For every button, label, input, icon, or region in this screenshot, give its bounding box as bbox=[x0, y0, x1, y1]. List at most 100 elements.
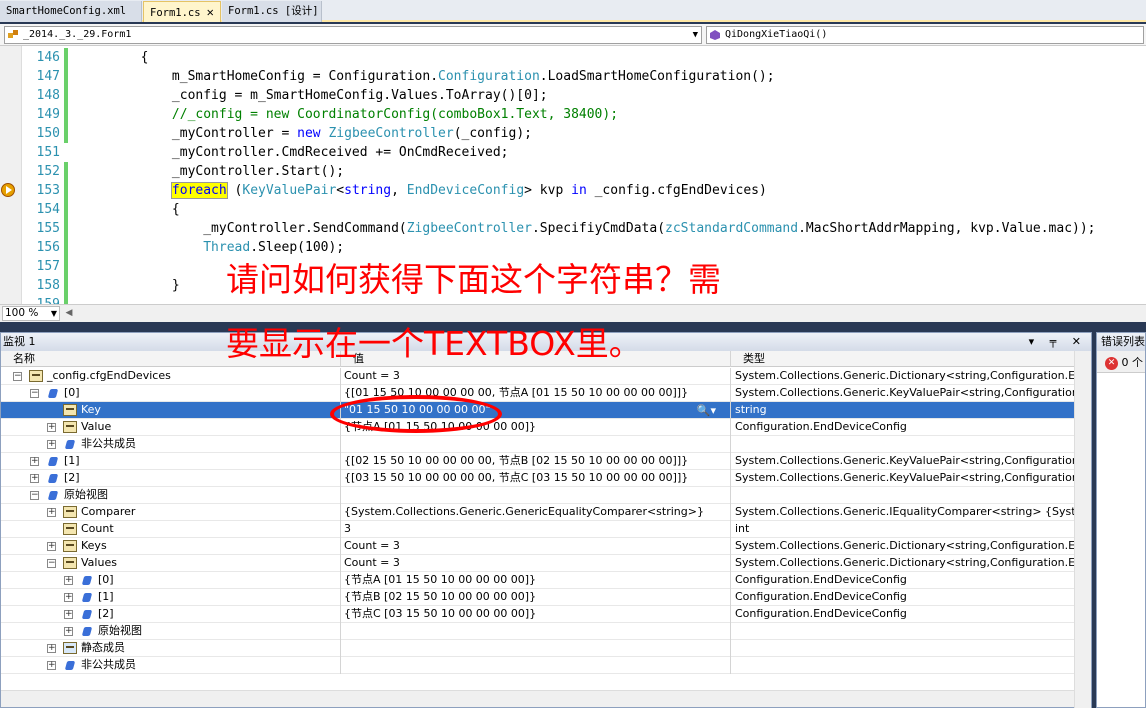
watch-value-cell[interactable]: Count = 3 bbox=[341, 555, 731, 572]
watch-row[interactable]: − _config.cfgEndDevices Count = 3 System.Co… bbox=[1, 368, 1075, 385]
expand-icon[interactable]: + bbox=[64, 593, 73, 602]
watch-row[interactable]: Key "01 15 50 10 00 00 00 00" 🔍▾ string bbox=[1, 402, 1075, 419]
watch-name-label: 原始视图 bbox=[98, 624, 142, 637]
watch-name-cell: − _config.cfgEndDevices bbox=[1, 368, 341, 385]
collapse-icon[interactable]: − bbox=[30, 389, 39, 398]
watch-value-text: Count = 3 bbox=[344, 369, 400, 382]
watch-value-cell[interactable] bbox=[341, 657, 731, 674]
field-icon bbox=[64, 440, 76, 449]
expand-icon[interactable]: + bbox=[47, 423, 56, 432]
expand-icon[interactable]: + bbox=[47, 661, 56, 670]
breakpoint-gutter[interactable] bbox=[0, 46, 22, 304]
watch-value-cell[interactable]: {System.Collections.Generic.GenericEqual… bbox=[341, 504, 731, 521]
watch-type-cell: System.Collections.Generic.Dictionary<st… bbox=[735, 556, 1075, 569]
column-header-type[interactable]: 类型 bbox=[731, 351, 1075, 367]
watch-name-cell: + 非公共成员 bbox=[1, 657, 341, 674]
watch-rows: − _config.cfgEndDevices Count = 3 System.Co… bbox=[1, 368, 1075, 674]
expand-icon[interactable]: + bbox=[64, 576, 73, 585]
zoom-dropdown[interactable]: 100 % ▼ bbox=[2, 306, 60, 321]
watch-row[interactable]: + 静态成员 bbox=[1, 640, 1075, 657]
watch-row[interactable]: + [2] {[03 15 50 10 00 00 00 00, 节点C [03 1… bbox=[1, 470, 1075, 487]
watch-value-cell[interactable] bbox=[341, 640, 731, 657]
watch-value-cell[interactable]: 3 bbox=[341, 521, 731, 538]
watch-row[interactable]: − [0] {[01 15 50 10 00 00 00 00, 节点A [01 1… bbox=[1, 385, 1075, 402]
watch-type-cell bbox=[731, 487, 1075, 504]
watch-row[interactable]: + 原始视图 bbox=[1, 623, 1075, 640]
watch-row[interactable]: + 非公共成员 bbox=[1, 436, 1075, 453]
watch-name-cell: + Comparer bbox=[1, 504, 341, 521]
watch-value-cell[interactable]: Count = 3 bbox=[341, 368, 731, 385]
watch-name-label: [0] bbox=[64, 386, 80, 399]
collapse-icon[interactable]: − bbox=[13, 372, 22, 381]
scroll-left-icon[interactable]: ◀ bbox=[62, 306, 76, 321]
watch-name-label: 原始视图 bbox=[64, 488, 108, 501]
window-controls[interactable]: ▾ ╤ ✕ bbox=[1029, 333, 1087, 350]
property-icon bbox=[63, 523, 77, 535]
class-dropdown[interactable]: _2014._3._29.Form1 ▼ bbox=[4, 26, 702, 44]
watch-type-cell: System.Collections.Generic.Dictionary<st… bbox=[735, 369, 1075, 382]
watch-row[interactable]: + [1] {节点B [02 15 50 10 00 00 00 00]} Confi… bbox=[1, 589, 1075, 606]
collapse-icon[interactable]: − bbox=[47, 559, 56, 568]
watch-value-cell[interactable]: Count = 3 bbox=[341, 538, 731, 555]
watch-type-cell: Configuration.EndDeviceConfig bbox=[735, 420, 907, 433]
watch-row[interactable]: − 原始视图 bbox=[1, 487, 1075, 504]
watch-row[interactable]: Count 3 int bbox=[1, 521, 1075, 538]
field-icon bbox=[47, 457, 59, 466]
watch-row[interactable]: + Keys Count = 3 System.Collections.Generic… bbox=[1, 538, 1075, 555]
navigation-bar: _2014._3._29.Form1 ▼ QiDongXieTiaoQi() bbox=[0, 24, 1146, 46]
watch-row[interactable]: + 非公共成员 bbox=[1, 657, 1075, 674]
tab-form1-designer[interactable]: Form1.cs [设计] bbox=[222, 1, 322, 22]
vertical-scrollbar[interactable] bbox=[1074, 351, 1091, 708]
collapse-icon[interactable]: − bbox=[30, 491, 39, 500]
watch-value-cell[interactable]: {节点B [02 15 50 10 00 00 00 00]} bbox=[341, 589, 731, 606]
member-dropdown[interactable]: QiDongXieTiaoQi() bbox=[706, 26, 1144, 44]
error-icon[interactable]: ✕ bbox=[1105, 356, 1118, 370]
change-indicator bbox=[64, 162, 68, 304]
expand-icon[interactable]: + bbox=[30, 474, 39, 483]
expand-icon[interactable]: + bbox=[64, 627, 73, 636]
expand-icon[interactable]: + bbox=[64, 610, 73, 619]
watch-row[interactable]: − Values Count = 3 System.Collections.Gener… bbox=[1, 555, 1075, 572]
expand-icon[interactable]: + bbox=[47, 644, 56, 653]
field-icon bbox=[64, 661, 76, 670]
watch-type-cell: System.Collections.Generic.IEqualityComp… bbox=[735, 505, 1075, 518]
tab-smarthomeconfig-xml[interactable]: SmartHomeConfig.xml bbox=[0, 1, 142, 22]
watch-value-cell[interactable]: {[02 15 50 10 00 00 00 00, 节点B [02 15 50… bbox=[341, 453, 731, 470]
watch-row[interactable]: + [0] {节点A [01 15 50 10 00 00 00 00]} Confi… bbox=[1, 572, 1075, 589]
horizontal-scrollbar[interactable] bbox=[1, 690, 1075, 707]
expand-icon[interactable]: + bbox=[47, 440, 56, 449]
expand-icon[interactable]: + bbox=[47, 542, 56, 551]
watch-name-cell: + [2] bbox=[1, 470, 341, 487]
watch-row[interactable]: + [2] {节点C [03 15 50 10 00 00 00 00]} Confi… bbox=[1, 606, 1075, 623]
close-icon[interactable]: ✕ bbox=[207, 5, 214, 19]
annotation-line-2: 要显示在一个TEXTBOX里。 bbox=[226, 324, 642, 363]
property-icon bbox=[29, 370, 43, 382]
expand-icon[interactable]: + bbox=[47, 508, 56, 517]
expand-icon[interactable]: + bbox=[30, 457, 39, 466]
field-icon bbox=[81, 593, 93, 602]
error-filter-bar: ✕ 0 个 bbox=[1097, 351, 1145, 373]
watch-value-cell[interactable]: {节点A [01 15 50 10 00 00 00 00]} bbox=[341, 572, 731, 589]
watch-row[interactable]: + Value {节点A [01 15 50 10 00 00 00 00]} Con… bbox=[1, 419, 1075, 436]
field-icon bbox=[47, 389, 59, 398]
code-line: _myController.CmdReceived += OnCmdReceiv… bbox=[78, 145, 509, 160]
watch-type-cell bbox=[731, 657, 1075, 674]
watch-value-cell[interactable]: {[03 15 50 10 00 00 00 00, 节点C [03 15 50… bbox=[341, 470, 731, 487]
watch-value-text: Count = 3 bbox=[344, 539, 400, 552]
watch-value-cell[interactable]: {节点C [03 15 50 10 00 00 00 00]} bbox=[341, 606, 731, 623]
field-icon bbox=[81, 627, 93, 636]
watch-value-cell[interactable] bbox=[341, 623, 731, 640]
watch-name-cell: Count bbox=[1, 521, 341, 538]
field-icon bbox=[81, 576, 93, 585]
watch-value-cell[interactable] bbox=[341, 436, 731, 453]
watch-row[interactable]: + [1] {[02 15 50 10 00 00 00 00, 节点B [02 1… bbox=[1, 453, 1075, 470]
tab-form1-cs[interactable]: Form1.cs ✕ bbox=[143, 1, 221, 22]
watch-name-cell: + [1] bbox=[1, 453, 341, 470]
watch-name-label: [1] bbox=[64, 454, 80, 467]
watch-row[interactable]: + Comparer {System.Collections.Generic.Gen… bbox=[1, 504, 1075, 521]
field-icon bbox=[47, 474, 59, 483]
property-icon bbox=[63, 506, 77, 518]
watch-name-cell: + 非公共成员 bbox=[1, 436, 341, 453]
visualizer-icon[interactable]: 🔍▾ bbox=[697, 403, 716, 419]
watch-value-cell[interactable] bbox=[341, 487, 731, 504]
